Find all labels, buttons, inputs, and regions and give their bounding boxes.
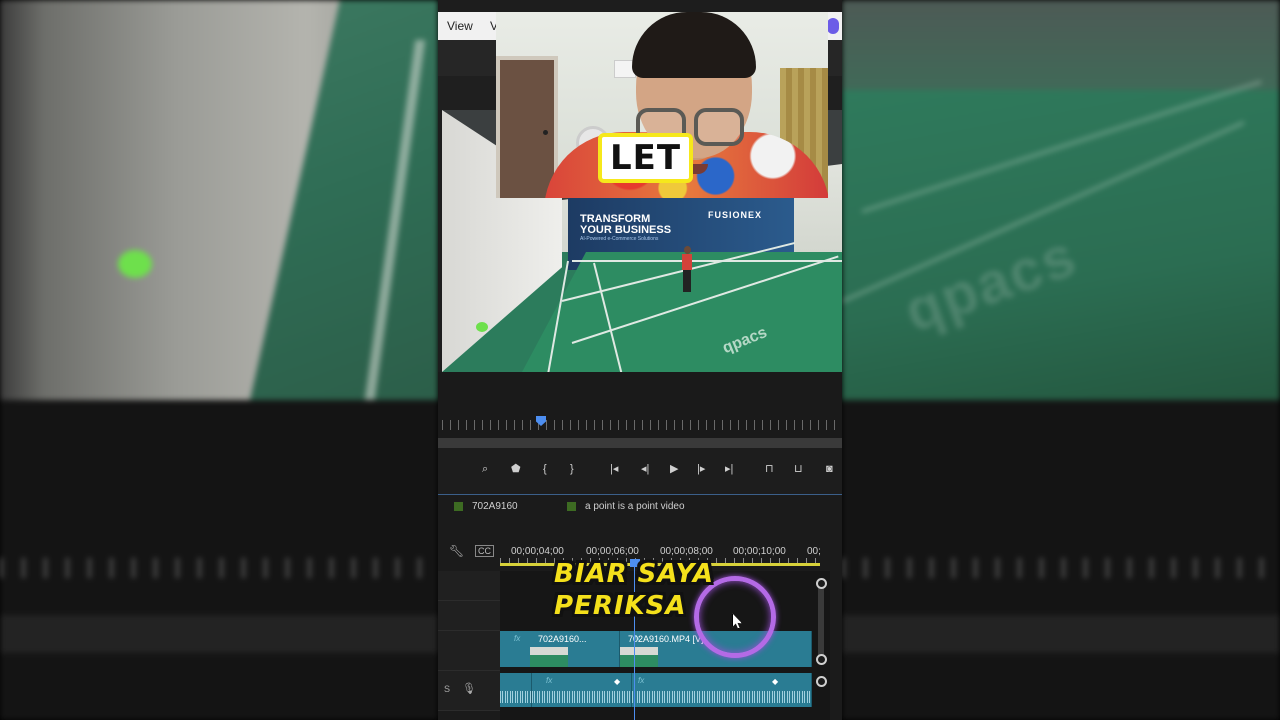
player-legs xyxy=(683,270,691,292)
fx-badge: fx xyxy=(514,634,521,643)
step-back-icon[interactable]: ◂| xyxy=(641,461,649,477)
cam-person-hair xyxy=(632,12,756,78)
wrench-icon[interactable]: 🔧︎ xyxy=(449,544,464,558)
fx-badge: fx xyxy=(638,676,645,685)
volume-keyframe-icon[interactable]: ◆ xyxy=(772,677,778,686)
track-header-v3[interactable] xyxy=(438,571,500,601)
add-marker-icon[interactable]: ⬟ xyxy=(511,461,521,477)
track-header-v1[interactable] xyxy=(438,631,500,671)
tab-sequence-point-video[interactable]: a point is a point video xyxy=(585,501,685,512)
ruler-timecode: 00;00;04;00 xyxy=(511,546,564,557)
player-head xyxy=(684,246,691,254)
caption-line-2: PERIKSA xyxy=(554,591,687,621)
mark-in-icon[interactable]: { xyxy=(543,461,547,477)
cam-glasses-right xyxy=(694,108,744,146)
bg-shuttlecock xyxy=(118,250,152,278)
fx-badge: fx xyxy=(546,676,553,685)
caption-overlay: BIAR SAYA PERIKSA xyxy=(554,558,714,622)
track-header-v2[interactable] xyxy=(438,601,500,631)
scroll-handle-top[interactable] xyxy=(816,578,827,589)
bg-ticks xyxy=(0,558,438,578)
audio-waveform xyxy=(500,691,531,703)
preview-shuttlecock xyxy=(476,322,488,332)
ruler-timecode: 00;00;08;00 xyxy=(660,546,713,557)
lift-icon[interactable]: ⊓ xyxy=(765,461,774,477)
avatar[interactable] xyxy=(827,18,839,34)
mark-out-icon[interactable]: } xyxy=(570,461,574,477)
play-icon[interactable]: ▶ xyxy=(670,461,678,477)
monitor-scrub-bar[interactable] xyxy=(438,372,842,448)
tab-sequence-702a9160[interactable]: 702A9160 xyxy=(472,501,518,512)
player-torso xyxy=(682,254,692,270)
step-forward-icon[interactable]: |▸ xyxy=(697,461,705,477)
audio-track-label: S xyxy=(444,684,451,694)
banner-brand: FUSIONEX xyxy=(708,210,763,220)
clip-thumbnail xyxy=(530,647,568,667)
clip-name: 702A9160... xyxy=(538,634,587,644)
video-clip[interactable]: fx 702A9160... xyxy=(500,631,620,667)
clip-name: 702A9160.MP4 [V] xyxy=(628,634,704,644)
go-to-in-icon[interactable]: |◂ xyxy=(610,461,618,477)
camera-icon[interactable]: ◙ xyxy=(826,461,833,477)
preview-player xyxy=(682,246,692,294)
audio-clip[interactable]: fx ◆ xyxy=(532,673,632,707)
door-knob xyxy=(543,130,548,135)
audio-clip[interactable] xyxy=(500,673,532,707)
caption-let: LET xyxy=(598,133,694,183)
caption-line-1: BIAR SAYA xyxy=(554,559,715,589)
scroll-handle-audio[interactable] xyxy=(816,676,827,687)
transport-controls: ⌕ ⬟ { } |◂ ◂| ▶ |▸ ▸| ⊓ ⊔ ◙ xyxy=(438,452,842,486)
audio-clip[interactable]: fx ◆ xyxy=(632,673,812,707)
clip-thumbnail xyxy=(620,647,658,667)
sequence-color-swatch xyxy=(454,502,463,511)
scroll-handle-bottom[interactable] xyxy=(816,654,827,665)
banner-title: TRANSFORM YOUR BUSINESS xyxy=(580,213,672,236)
zoom-scroll-track[interactable] xyxy=(438,438,842,448)
closed-caption-icon[interactable]: CC xyxy=(475,545,494,557)
video-editor-app: View V TRANSFORM YOUR BUSINESS AI-Powere… xyxy=(438,0,842,720)
ruler-timecode: 00;00;10;00 xyxy=(733,546,786,557)
sequence-tabs: 702A9160 a point is a point video xyxy=(438,495,842,519)
track-header-a1[interactable]: S 🎙︎ xyxy=(438,671,500,711)
go-to-out-icon[interactable]: ▸| xyxy=(725,461,733,477)
bg-ticks xyxy=(842,558,1280,578)
volume-keyframe-icon[interactable]: ◆ xyxy=(614,677,620,686)
extract-icon[interactable]: ⊔ xyxy=(794,461,803,477)
menu-view[interactable]: View xyxy=(447,19,473,33)
audio-waveform xyxy=(632,691,811,703)
ruler-timecode: 00;00;06;00 xyxy=(586,546,639,557)
background-left-blur xyxy=(0,0,438,720)
ruler-timecode: 00; xyxy=(807,546,821,557)
court-line xyxy=(572,260,842,262)
microphone-icon[interactable]: 🎙︎ xyxy=(462,682,476,695)
bg-band xyxy=(842,615,1280,653)
export-frame-zoom-icon[interactable]: ⌕ xyxy=(482,461,488,477)
audio-waveform xyxy=(532,691,631,703)
timeline-vertical-scrollbar[interactable] xyxy=(818,579,824,659)
sequence-color-swatch xyxy=(567,502,576,511)
scrub-ticks xyxy=(442,420,842,430)
cam-door xyxy=(496,56,558,198)
background-right-blur: qpacs xyxy=(842,0,1280,720)
bg-band xyxy=(0,615,438,653)
banner-subtitle: AI-Powered e-Commerce Solutions xyxy=(580,236,659,242)
